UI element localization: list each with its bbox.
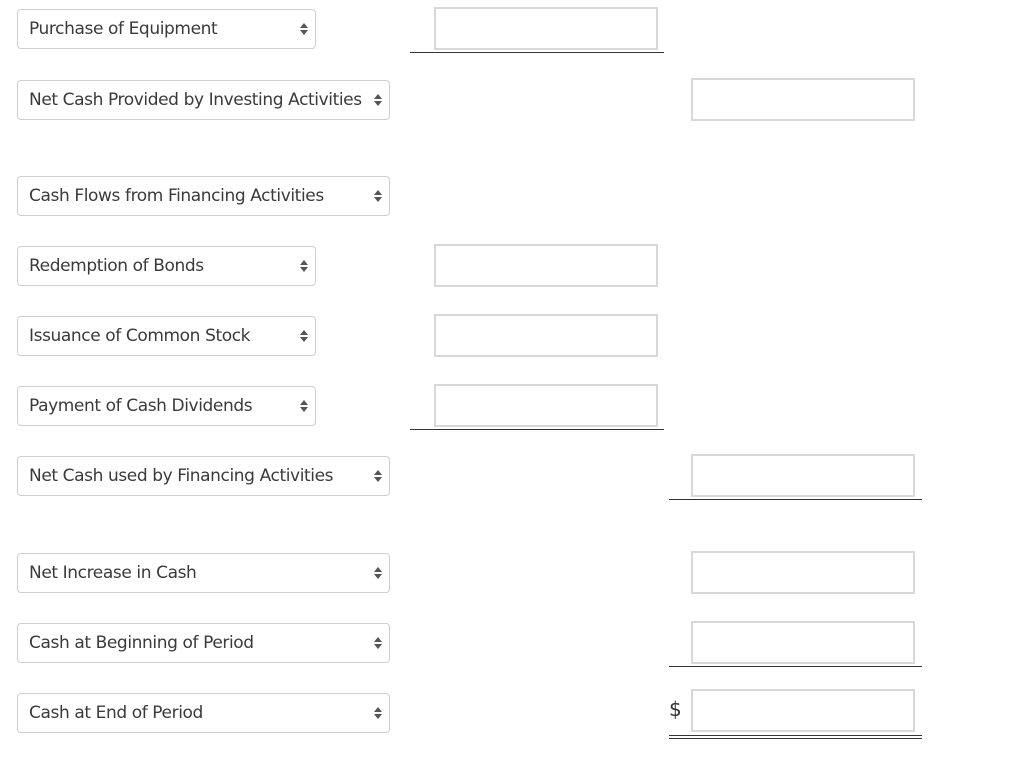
line-item-select[interactable]: Purchase of Equipment xyxy=(17,9,316,49)
up-down-arrows-icon xyxy=(300,260,308,274)
select-label: Cash at Beginning of Period xyxy=(29,633,254,653)
select-label: Net Increase in Cash xyxy=(29,563,197,583)
select-label: Net Cash Provided by Investing Activitie… xyxy=(29,90,362,110)
total-input[interactable] xyxy=(691,689,915,732)
line-item-select[interactable]: Payment of Cash Dividends xyxy=(17,386,316,426)
amount-input[interactable] xyxy=(434,244,658,287)
line-item-select[interactable]: Net Cash used by Financing Activities xyxy=(17,456,390,496)
up-down-arrows-icon xyxy=(374,637,382,651)
up-down-arrows-icon xyxy=(374,707,382,721)
up-down-arrows-icon xyxy=(300,23,308,37)
total-input[interactable] xyxy=(691,454,915,497)
amount-input[interactable] xyxy=(434,7,658,50)
double-underline xyxy=(669,735,922,739)
select-label: Issuance of Common Stock xyxy=(29,326,251,346)
line-item-select[interactable]: Cash at End of Period xyxy=(17,693,390,733)
select-label: Cash at End of Period xyxy=(29,703,203,723)
line-item-select[interactable]: Issuance of Common Stock xyxy=(17,316,316,356)
up-down-arrows-icon xyxy=(374,190,382,204)
select-label: Redemption of Bonds xyxy=(29,256,204,276)
section-heading-select[interactable]: Cash Flows from Financing Activities xyxy=(17,176,390,216)
up-down-arrows-icon xyxy=(300,330,308,344)
subtotal-underline xyxy=(669,666,922,667)
select-label: Cash Flows from Financing Activities xyxy=(29,186,324,206)
line-item-select[interactable]: Redemption of Bonds xyxy=(17,246,316,286)
amount-input[interactable] xyxy=(434,384,658,427)
select-label: Payment of Cash Dividends xyxy=(29,396,253,416)
select-label: Net Cash used by Financing Activities xyxy=(29,466,334,486)
line-item-select[interactable]: Net Increase in Cash xyxy=(17,553,390,593)
up-down-arrows-icon xyxy=(300,400,308,414)
total-input[interactable] xyxy=(691,78,915,121)
up-down-arrows-icon xyxy=(374,94,382,108)
subtotal-underline xyxy=(410,52,664,53)
currency-symbol: $ xyxy=(669,697,682,721)
total-input[interactable] xyxy=(691,621,915,664)
subtotal-underline xyxy=(669,499,922,500)
select-label: Purchase of Equipment xyxy=(29,19,218,39)
amount-input[interactable] xyxy=(434,314,658,357)
total-input[interactable] xyxy=(691,551,915,594)
up-down-arrows-icon xyxy=(374,567,382,581)
line-item-select[interactable]: Cash at Beginning of Period xyxy=(17,623,390,663)
up-down-arrows-icon xyxy=(374,470,382,484)
subtotal-underline xyxy=(410,429,664,430)
line-item-select[interactable]: Net Cash Provided by Investing Activitie… xyxy=(17,80,390,120)
